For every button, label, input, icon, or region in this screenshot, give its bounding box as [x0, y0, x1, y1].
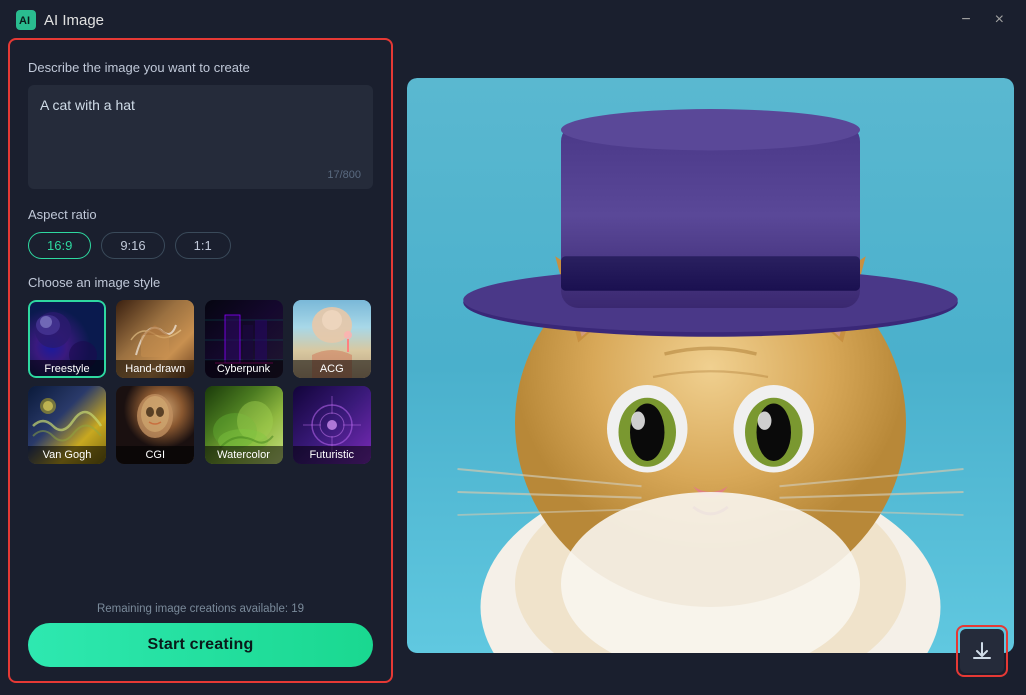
style-section: Choose an image style — [28, 275, 373, 589]
style-label-cyberpunk: Cyberpunk — [205, 360, 283, 378]
right-panel — [393, 38, 1026, 691]
prompt-input[interactable]: A cat with a hat — [40, 97, 361, 162]
image-area — [407, 78, 1014, 653]
aspect-ratio-section: Aspect ratio 16:9 9:16 1:1 — [28, 207, 373, 259]
aspect-btn-1-1[interactable]: 1:1 — [175, 232, 231, 259]
start-creating-button[interactable]: Start creating — [28, 623, 373, 667]
prompt-area: A cat with a hat 17/800 — [28, 85, 373, 189]
title-bar-controls: − × — [955, 10, 1010, 30]
style-acg[interactable]: ACG — [293, 300, 371, 378]
style-cgi[interactable]: CGI — [116, 386, 194, 464]
style-label-cgi: CGI — [116, 446, 194, 464]
aspect-btn-16-9[interactable]: 16:9 — [28, 232, 91, 259]
title-bar-left: AI AI Image — [16, 10, 104, 30]
style-label-futuristic: Futuristic — [293, 446, 371, 464]
style-label-freestyle: Freestyle — [28, 360, 106, 378]
window-title: AI Image — [44, 12, 104, 29]
style-label: Choose an image style — [28, 275, 373, 290]
aspect-ratio-label: Aspect ratio — [28, 207, 373, 222]
style-label-watercolor: Watercolor — [205, 446, 283, 464]
download-button[interactable] — [960, 629, 1004, 673]
style-label-handdrawn: Hand-drawn — [116, 360, 194, 378]
style-futuristic[interactable]: Futuristic — [293, 386, 371, 464]
style-vangogh[interactable]: Van Gogh — [28, 386, 106, 464]
style-freestyle[interactable]: Freestyle — [28, 300, 106, 378]
char-count: 17/800 — [40, 169, 361, 181]
style-grid: Freestyle — [28, 300, 373, 464]
style-handdrawn[interactable]: Hand-drawn — [116, 300, 194, 378]
bottom-section: Remaining image creations available: 19 … — [28, 603, 373, 667]
title-bar: AI AI Image − × — [0, 0, 1026, 38]
remaining-text: Remaining image creations available: 19 — [28, 603, 373, 615]
left-panel: Describe the image you want to create A … — [8, 38, 393, 683]
app-icon: AI — [16, 10, 36, 30]
style-thumb-freestyle — [28, 300, 106, 378]
style-watercolor[interactable]: Watercolor — [205, 386, 283, 464]
download-button-wrapper — [956, 625, 1008, 677]
style-label-acg: ACG — [293, 360, 371, 378]
style-label-vangogh: Van Gogh — [28, 446, 106, 464]
style-cyberpunk[interactable]: Cyberpunk — [205, 300, 283, 378]
main-content: Describe the image you want to create A … — [0, 38, 1026, 691]
download-icon — [971, 640, 993, 662]
cat-image — [407, 78, 1014, 653]
aspect-btn-9-16[interactable]: 9:16 — [101, 232, 164, 259]
svg-text:AI: AI — [19, 15, 30, 27]
aspect-buttons: 16:9 9:16 1:1 — [28, 232, 373, 259]
minimize-button[interactable]: − — [955, 10, 976, 30]
close-button[interactable]: × — [989, 10, 1010, 30]
prompt-label: Describe the image you want to create — [28, 60, 373, 75]
